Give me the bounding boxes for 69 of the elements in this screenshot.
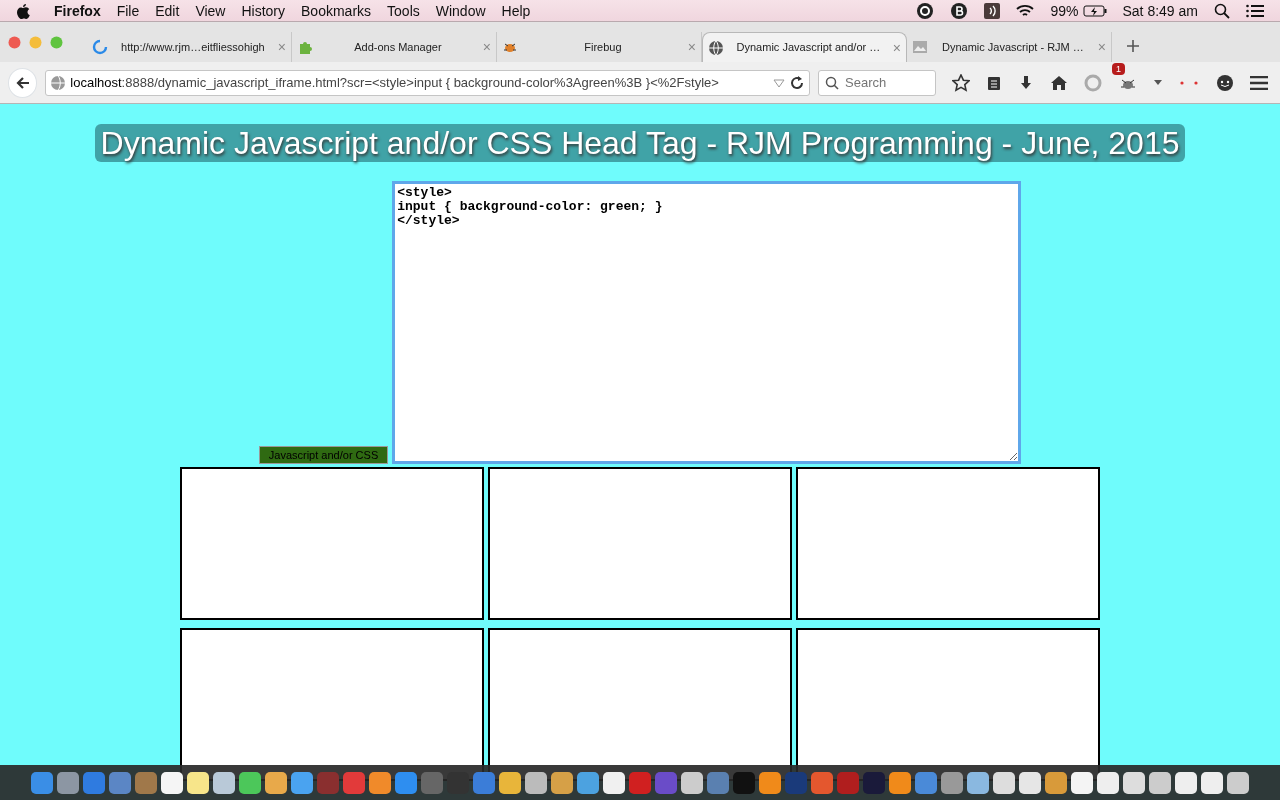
caret-icon[interactable] bbox=[1154, 79, 1162, 86]
search-field[interactable]: Search bbox=[818, 69, 936, 96]
puzzle-icon bbox=[297, 39, 313, 55]
menu-item[interactable]: Help bbox=[501, 0, 531, 22]
app-icon[interactable] bbox=[1097, 772, 1119, 794]
app-icon[interactable] bbox=[681, 772, 703, 794]
new-tab-icon[interactable] bbox=[1126, 39, 1140, 53]
download-icon[interactable] bbox=[1018, 74, 1034, 91]
app-icon[interactable] bbox=[291, 772, 313, 794]
app-icon[interactable] bbox=[993, 772, 1015, 794]
battery-percent: 99% bbox=[1050, 1, 1079, 21]
app-name[interactable]: Firefox bbox=[54, 0, 101, 22]
wifi-icon[interactable] bbox=[1016, 3, 1035, 18]
browser-tab[interactable]: Dynamic Javascript and/or … × bbox=[702, 32, 907, 62]
image-thumbnail-icon bbox=[912, 39, 928, 55]
app-icon[interactable] bbox=[1123, 772, 1145, 794]
app-icon[interactable] bbox=[759, 772, 781, 794]
globe-icon bbox=[708, 39, 724, 56]
app-icon[interactable] bbox=[1201, 772, 1223, 794]
home-icon[interactable] bbox=[1050, 74, 1068, 91]
close-window-button[interactable] bbox=[8, 35, 21, 49]
dropdown-icon[interactable] bbox=[773, 77, 785, 88]
app-icon[interactable] bbox=[1149, 772, 1171, 794]
spinner-icon bbox=[92, 39, 108, 55]
address-field[interactable]: localhost:8888/dynamic_javascript_iframe.html?scr=<style>input { background-color%3Agreen%3B }<%2Fstyle> bbox=[45, 69, 810, 96]
apple-icon bbox=[16, 2, 30, 19]
letter-b-icon[interactable] bbox=[950, 1, 969, 20]
app-icon[interactable] bbox=[1019, 772, 1041, 794]
app-icon[interactable] bbox=[265, 772, 287, 794]
menu-item[interactable]: Window bbox=[435, 0, 486, 22]
chat-face-icon[interactable] bbox=[1216, 73, 1234, 92]
app-icon[interactable] bbox=[187, 772, 209, 794]
app-icon[interactable] bbox=[499, 772, 521, 794]
app-icon[interactable] bbox=[525, 772, 547, 794]
menu-item[interactable]: History bbox=[241, 0, 286, 22]
menu-item[interactable]: Tools bbox=[387, 0, 420, 22]
app-icon[interactable] bbox=[213, 772, 235, 794]
menu-item[interactable]: Bookmarks bbox=[301, 0, 372, 22]
reload-icon[interactable] bbox=[789, 74, 805, 91]
search-icon[interactable] bbox=[1214, 2, 1230, 19]
clock[interactable]: Sat 8:49 am bbox=[1122, 0, 1198, 22]
list-icon[interactable] bbox=[1246, 3, 1264, 18]
app-icon[interactable] bbox=[239, 772, 261, 794]
menu-item[interactable]: File bbox=[116, 0, 140, 22]
app-icon[interactable] bbox=[1045, 772, 1067, 794]
globe-icon bbox=[50, 74, 67, 91]
sound-waves-icon[interactable] bbox=[984, 2, 1001, 19]
app-icon[interactable] bbox=[369, 772, 391, 794]
app-icon[interactable] bbox=[1071, 772, 1093, 794]
app-icon[interactable] bbox=[603, 772, 625, 794]
battery-icon[interactable] bbox=[1082, 4, 1107, 17]
app-icon[interactable] bbox=[161, 772, 183, 794]
back-arrow-icon bbox=[15, 75, 30, 90]
app-icon[interactable] bbox=[967, 772, 989, 794]
menu-icon[interactable] bbox=[1250, 75, 1268, 90]
clipboard-icon[interactable] bbox=[986, 74, 1002, 91]
app-icon[interactable] bbox=[1227, 772, 1249, 794]
code-editor-field[interactable]: <style> input { background-color: green; } </style> bbox=[392, 181, 1022, 465]
app-icon[interactable] bbox=[551, 772, 573, 794]
app-icon[interactable] bbox=[889, 772, 911, 794]
search-icon bbox=[825, 75, 839, 90]
menu-item[interactable]: Edit bbox=[155, 0, 180, 22]
app-icon[interactable] bbox=[1175, 772, 1197, 794]
back-button[interactable] bbox=[8, 67, 38, 98]
star-icon[interactable] bbox=[952, 73, 970, 92]
menu-item[interactable]: View bbox=[195, 0, 226, 22]
page-heading: Dynamic Javascript and/or CSS Head Tag - RJM Programming - June, 2015 bbox=[94, 124, 1186, 163]
circle-logo-icon[interactable] bbox=[916, 1, 935, 20]
notification-badge: 1 bbox=[1112, 62, 1125, 75]
